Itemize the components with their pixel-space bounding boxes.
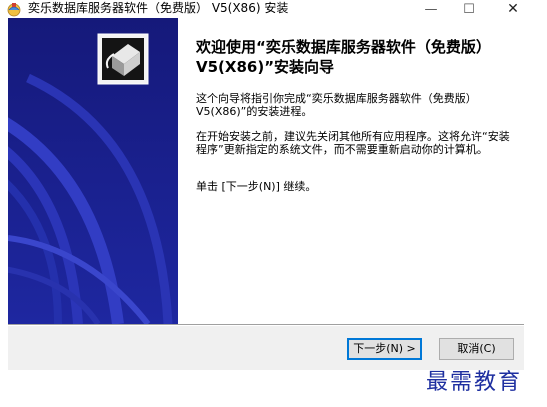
watermark-text: 最需教育 <box>426 370 523 395</box>
installer-box-icon <box>97 33 149 85</box>
window-title: 奕乐数据库服务器软件（免费版） V5(X86) 安装 <box>28 1 289 15</box>
wizard-banner <box>8 18 178 324</box>
intro-paragraph: 这个向导将指引你完成“奕乐数据库服务器软件（免费版） V5(X86)”的安装进程… <box>196 92 477 118</box>
title-bar[interactable]: 奕乐数据库服务器软件（免费版） V5(X86) 安装 — ☐ ✕ <box>0 0 547 18</box>
cancel-button[interactable]: 取消(C) <box>439 338 514 360</box>
close-button[interactable]: ✕ <box>490 0 536 18</box>
advice-paragraph: 在开始安装之前，建议先关闭其他所有应用程序。这将允许“安装程序”更新指定的系统文… <box>196 130 510 156</box>
banner-graphic <box>8 18 178 324</box>
next-button[interactable]: 下一步(N) > <box>347 338 422 360</box>
welcome-heading: 欢迎使用“奕乐数据库服务器软件（免费版） V5(X86)”安装向导 <box>196 38 491 76</box>
maximize-button[interactable]: ☐ <box>446 0 492 18</box>
installer-app-icon <box>7 3 21 17</box>
wizard-content: 欢迎使用“奕乐数据库服务器软件（免费版） V5(X86)”安装向导 这个向导将指… <box>178 18 524 324</box>
continue-instruction: 单击 [下一步(N)] 继续。 <box>196 180 317 193</box>
